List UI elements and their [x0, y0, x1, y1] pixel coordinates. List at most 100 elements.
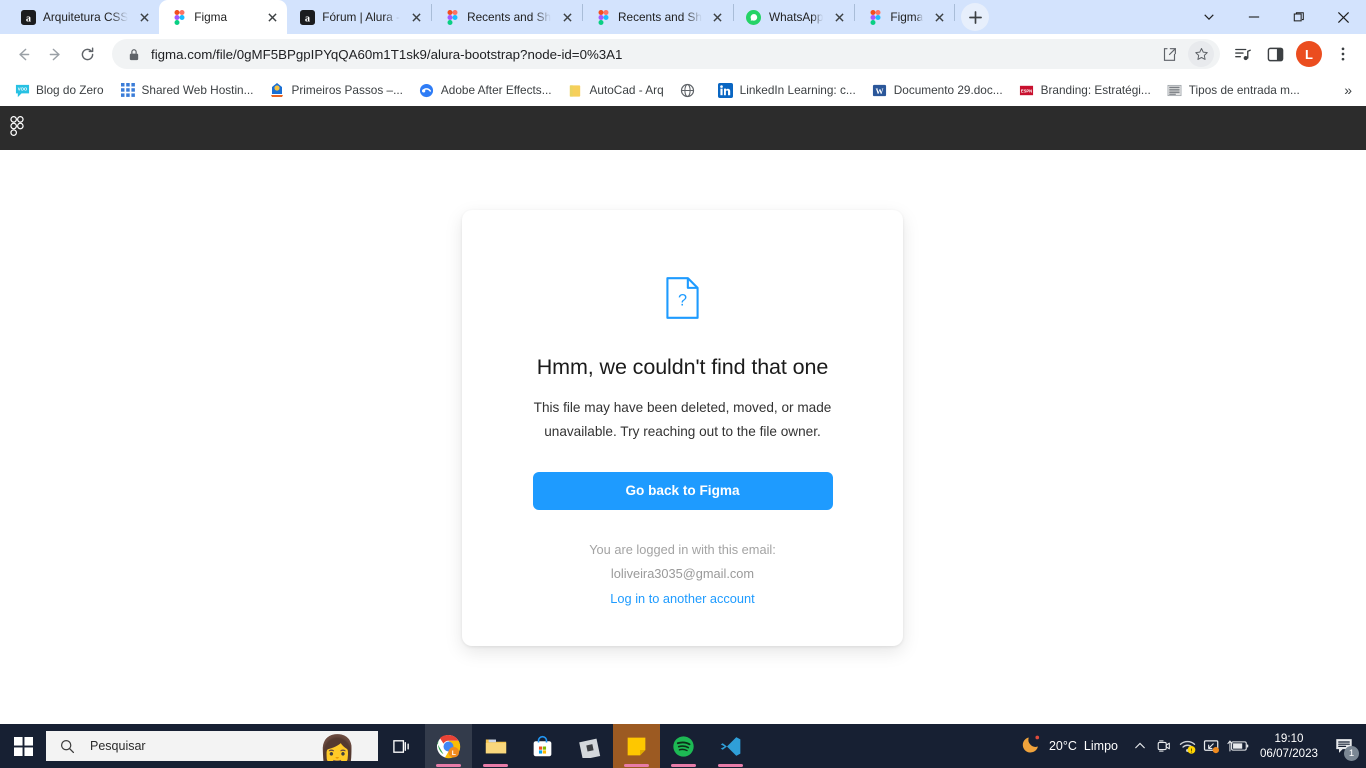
share-icon[interactable] — [1156, 41, 1182, 67]
figma-app-header — [0, 106, 1366, 150]
bookmark-label: AutoCad - Arq — [589, 83, 664, 97]
figma-icon — [867, 9, 883, 25]
side-panel-icon[interactable] — [1260, 39, 1290, 69]
minimize-button[interactable] — [1231, 0, 1276, 34]
taskbar-app-sticky-notes[interactable] — [613, 724, 660, 768]
camera-icon[interactable] — [1152, 724, 1176, 768]
go-back-to-figma-button[interactable]: Go back to Figma — [532, 472, 833, 510]
bookmark-branding-estrategia[interactable]: ESPN Branding: Estratégi... — [1011, 78, 1159, 102]
bookmark-linkedin-learning[interactable]: LinkedIn Learning: c... — [710, 78, 864, 102]
tab-title: Recents and Sh — [618, 10, 702, 24]
bookmark-documento-29[interactable]: W Documento 29.doc... — [864, 78, 1011, 102]
bookmark-globe[interactable] — [672, 78, 710, 102]
figma-icon — [595, 9, 611, 25]
taskbar-app-file-explorer[interactable] — [472, 724, 519, 768]
article-icon — [1167, 82, 1183, 98]
svg-text:VOO: VOO — [17, 86, 27, 91]
task-view-button[interactable] — [378, 724, 425, 768]
taskbar-app-spotify[interactable] — [660, 724, 707, 768]
browser-tab-2[interactable]: Figma — [159, 0, 288, 34]
close-icon[interactable] — [263, 8, 281, 26]
search-icon — [60, 739, 78, 754]
window-controls — [1186, 0, 1366, 34]
close-icon[interactable] — [709, 8, 727, 26]
tab-separator — [954, 4, 956, 21]
wifi-warning-icon[interactable]: ! — [1176, 724, 1200, 768]
folder-icon — [568, 82, 584, 98]
browser-tab-5[interactable]: Recents and Sh — [583, 0, 733, 34]
taskbar-search-input[interactable]: Pesquisar 👩 — [46, 731, 378, 761]
figma-page-content: ? Hmm, we couldn't find that one This fi… — [0, 150, 1366, 724]
browser-window: a Arquitetura CSS Figma a Fórum | Alura … — [0, 0, 1366, 724]
notifications-button[interactable]: 1 — [1328, 724, 1360, 768]
voo-icon: VOO — [14, 82, 30, 98]
after-effects-icon — [419, 82, 435, 98]
bookmark-label: Shared Web Hostin... — [141, 83, 254, 97]
tab-title: Figma — [194, 10, 228, 24]
browser-tab-6[interactable]: WhatsApp — [734, 0, 854, 34]
weather-widget[interactable]: 20°C Limpo — [1012, 734, 1128, 759]
bookmark-tipos-de-entrada[interactable]: Tipos de entrada m... — [1159, 78, 1308, 102]
bookmark-adobe-after-effects[interactable]: Adobe After Effects... — [411, 78, 560, 102]
error-description: This file may have been deleted, moved, … — [533, 400, 832, 439]
close-icon[interactable] — [135, 8, 153, 26]
maximize-button[interactable] — [1276, 0, 1321, 34]
word-icon: W — [872, 82, 888, 98]
file-not-found-card: ? Hmm, we couldn't find that one This fi… — [462, 210, 903, 646]
figma-icon — [444, 9, 460, 25]
windows-start-icon[interactable] — [0, 724, 46, 768]
log-in-another-account-link[interactable]: Log in to another account — [610, 591, 754, 606]
media-control-icon[interactable] — [1228, 39, 1258, 69]
reload-icon[interactable] — [72, 39, 102, 69]
taskbar-app-microsoft-store[interactable] — [519, 724, 566, 768]
address-bar[interactable]: figma.com/file/0gMF5BPgpIPYqQA60m1T1sk9/… — [112, 39, 1220, 69]
close-icon[interactable] — [930, 8, 948, 26]
show-hidden-icons-button[interactable] — [1128, 724, 1152, 768]
close-icon[interactable] — [830, 8, 848, 26]
bookmark-label: Tipos de entrada m... — [1188, 83, 1300, 97]
bookmark-label: Primeiros Passos –... — [291, 83, 403, 97]
url-text: figma.com/file/0gMF5BPgpIPYqQA60m1T1sk9/… — [151, 46, 623, 62]
figma-logo[interactable] — [10, 115, 24, 141]
profile-avatar[interactable]: L — [1296, 41, 1322, 67]
moon-icon — [1022, 734, 1042, 759]
back-icon[interactable] — [8, 39, 38, 69]
weather-temperature: 20°C — [1048, 739, 1077, 753]
search-illustration: 👩 — [318, 735, 356, 762]
alura-icon: a — [299, 9, 315, 25]
bookmark-autocad-arq[interactable]: AutoCad - Arq — [560, 78, 672, 102]
linkedin-icon — [718, 82, 734, 98]
close-icon[interactable] — [407, 8, 425, 26]
taskbar-app-vs-code[interactable] — [707, 724, 754, 768]
logged-in-email: loliveira3035@gmail.com — [610, 566, 755, 581]
bookmark-primeiros-passos[interactable]: Primeiros Passos –... — [261, 78, 410, 102]
bookmark-shared-web-hosting[interactable]: Shared Web Hostin... — [112, 78, 262, 102]
clock-date: 06/07/2023 — [1259, 747, 1318, 760]
browser-tab-4[interactable]: Recents and Sh — [432, 0, 582, 34]
tab-search-button[interactable] — [1186, 0, 1231, 34]
bookmarks-overflow-button[interactable]: » — [1336, 78, 1360, 102]
display-icon[interactable] — [1200, 724, 1224, 768]
browser-toolbar: figma.com/file/0gMF5BPgpIPYqQA60m1T1sk9/… — [0, 34, 1366, 74]
taskbar-clock[interactable]: 19:10 06/07/2023 — [1252, 731, 1328, 761]
bookmark-blog-do-zero[interactable]: VOO Blog do Zero — [6, 78, 112, 102]
bookmark-label: Adobe After Effects... — [440, 83, 552, 97]
forward-icon[interactable] — [40, 39, 70, 69]
taskbar-app-roblox[interactable] — [566, 724, 613, 768]
close-icon[interactable] — [558, 8, 576, 26]
tab-title: Recents and Sh — [467, 10, 552, 24]
new-tab-button[interactable] — [961, 3, 990, 31]
browser-tab-1[interactable]: a Arquitetura CSS — [8, 0, 159, 34]
browser-tab-3[interactable]: a Fórum | Alura - — [287, 0, 431, 34]
bookmark-star-icon[interactable] — [1188, 41, 1214, 67]
battery-charging-icon[interactable] — [1224, 724, 1252, 768]
browser-menu-icon[interactable] — [1328, 39, 1358, 69]
svg-text:W: W — [876, 86, 884, 95]
browser-tab-7[interactable]: Figma — [855, 0, 954, 34]
svg-text:a: a — [25, 13, 30, 24]
tab-title: Arquitetura CSS — [43, 10, 129, 24]
close-window-button[interactable] — [1321, 0, 1366, 34]
alura-icon: a — [20, 9, 36, 25]
taskbar-app-chrome[interactable]: L — [425, 724, 472, 768]
tab-title: Fórum | Alura - — [322, 10, 401, 24]
